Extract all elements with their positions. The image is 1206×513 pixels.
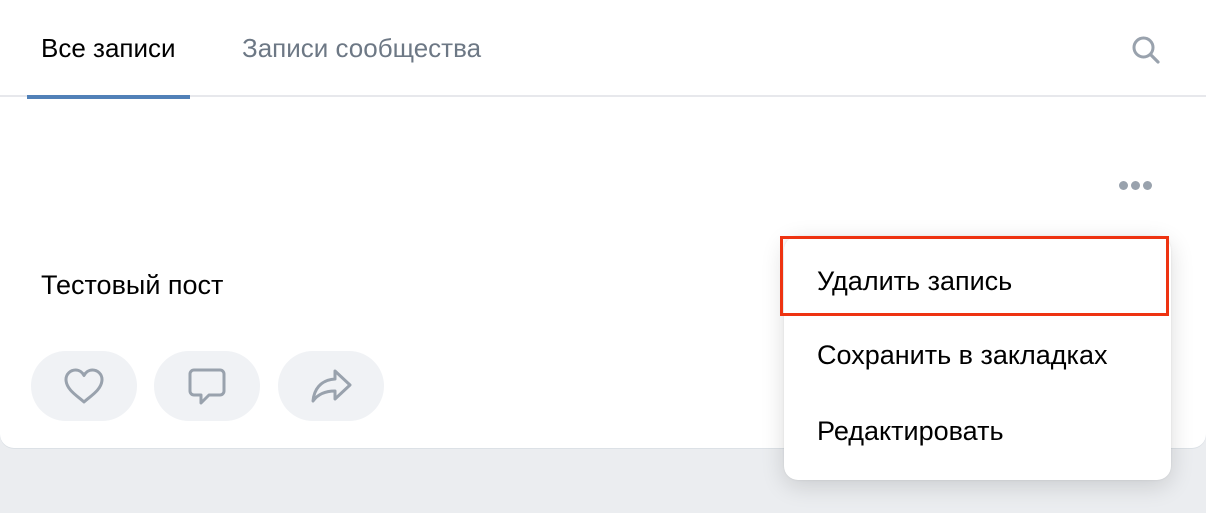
search-button[interactable] <box>1124 30 1168 70</box>
comment-button[interactable] <box>154 351 260 421</box>
more-dot <box>1142 180 1152 190</box>
search-icon <box>1132 36 1160 64</box>
menu-item-delete-post[interactable]: Удалить запись <box>817 266 1012 297</box>
heart-icon <box>64 368 104 404</box>
menu-item-edit-post[interactable]: Редактировать <box>817 416 1004 447</box>
tab-all-posts-label: Все записи <box>41 33 176 63</box>
share-icon <box>311 369 352 403</box>
tab-community-posts-label: Записи сообщества <box>242 33 482 63</box>
post-actions-menu: Удалить запись Сохранить в закладках Ред… <box>784 236 1171 480</box>
more-dot <box>1118 180 1128 190</box>
menu-item-save-bookmark[interactable]: Сохранить в закладках <box>817 340 1107 371</box>
like-button[interactable] <box>31 351 137 421</box>
tab-all-posts[interactable]: Все записи <box>27 0 190 99</box>
share-button[interactable] <box>278 351 384 421</box>
wall-tabs: Все записи Записи сообщества <box>0 0 1206 99</box>
more-dot <box>1130 180 1140 190</box>
tab-community-posts[interactable]: Записи сообщества <box>228 0 495 97</box>
post-text: Тестовый пост <box>41 270 224 300</box>
comment-icon <box>188 368 226 405</box>
more-options-button[interactable] <box>1110 170 1160 200</box>
